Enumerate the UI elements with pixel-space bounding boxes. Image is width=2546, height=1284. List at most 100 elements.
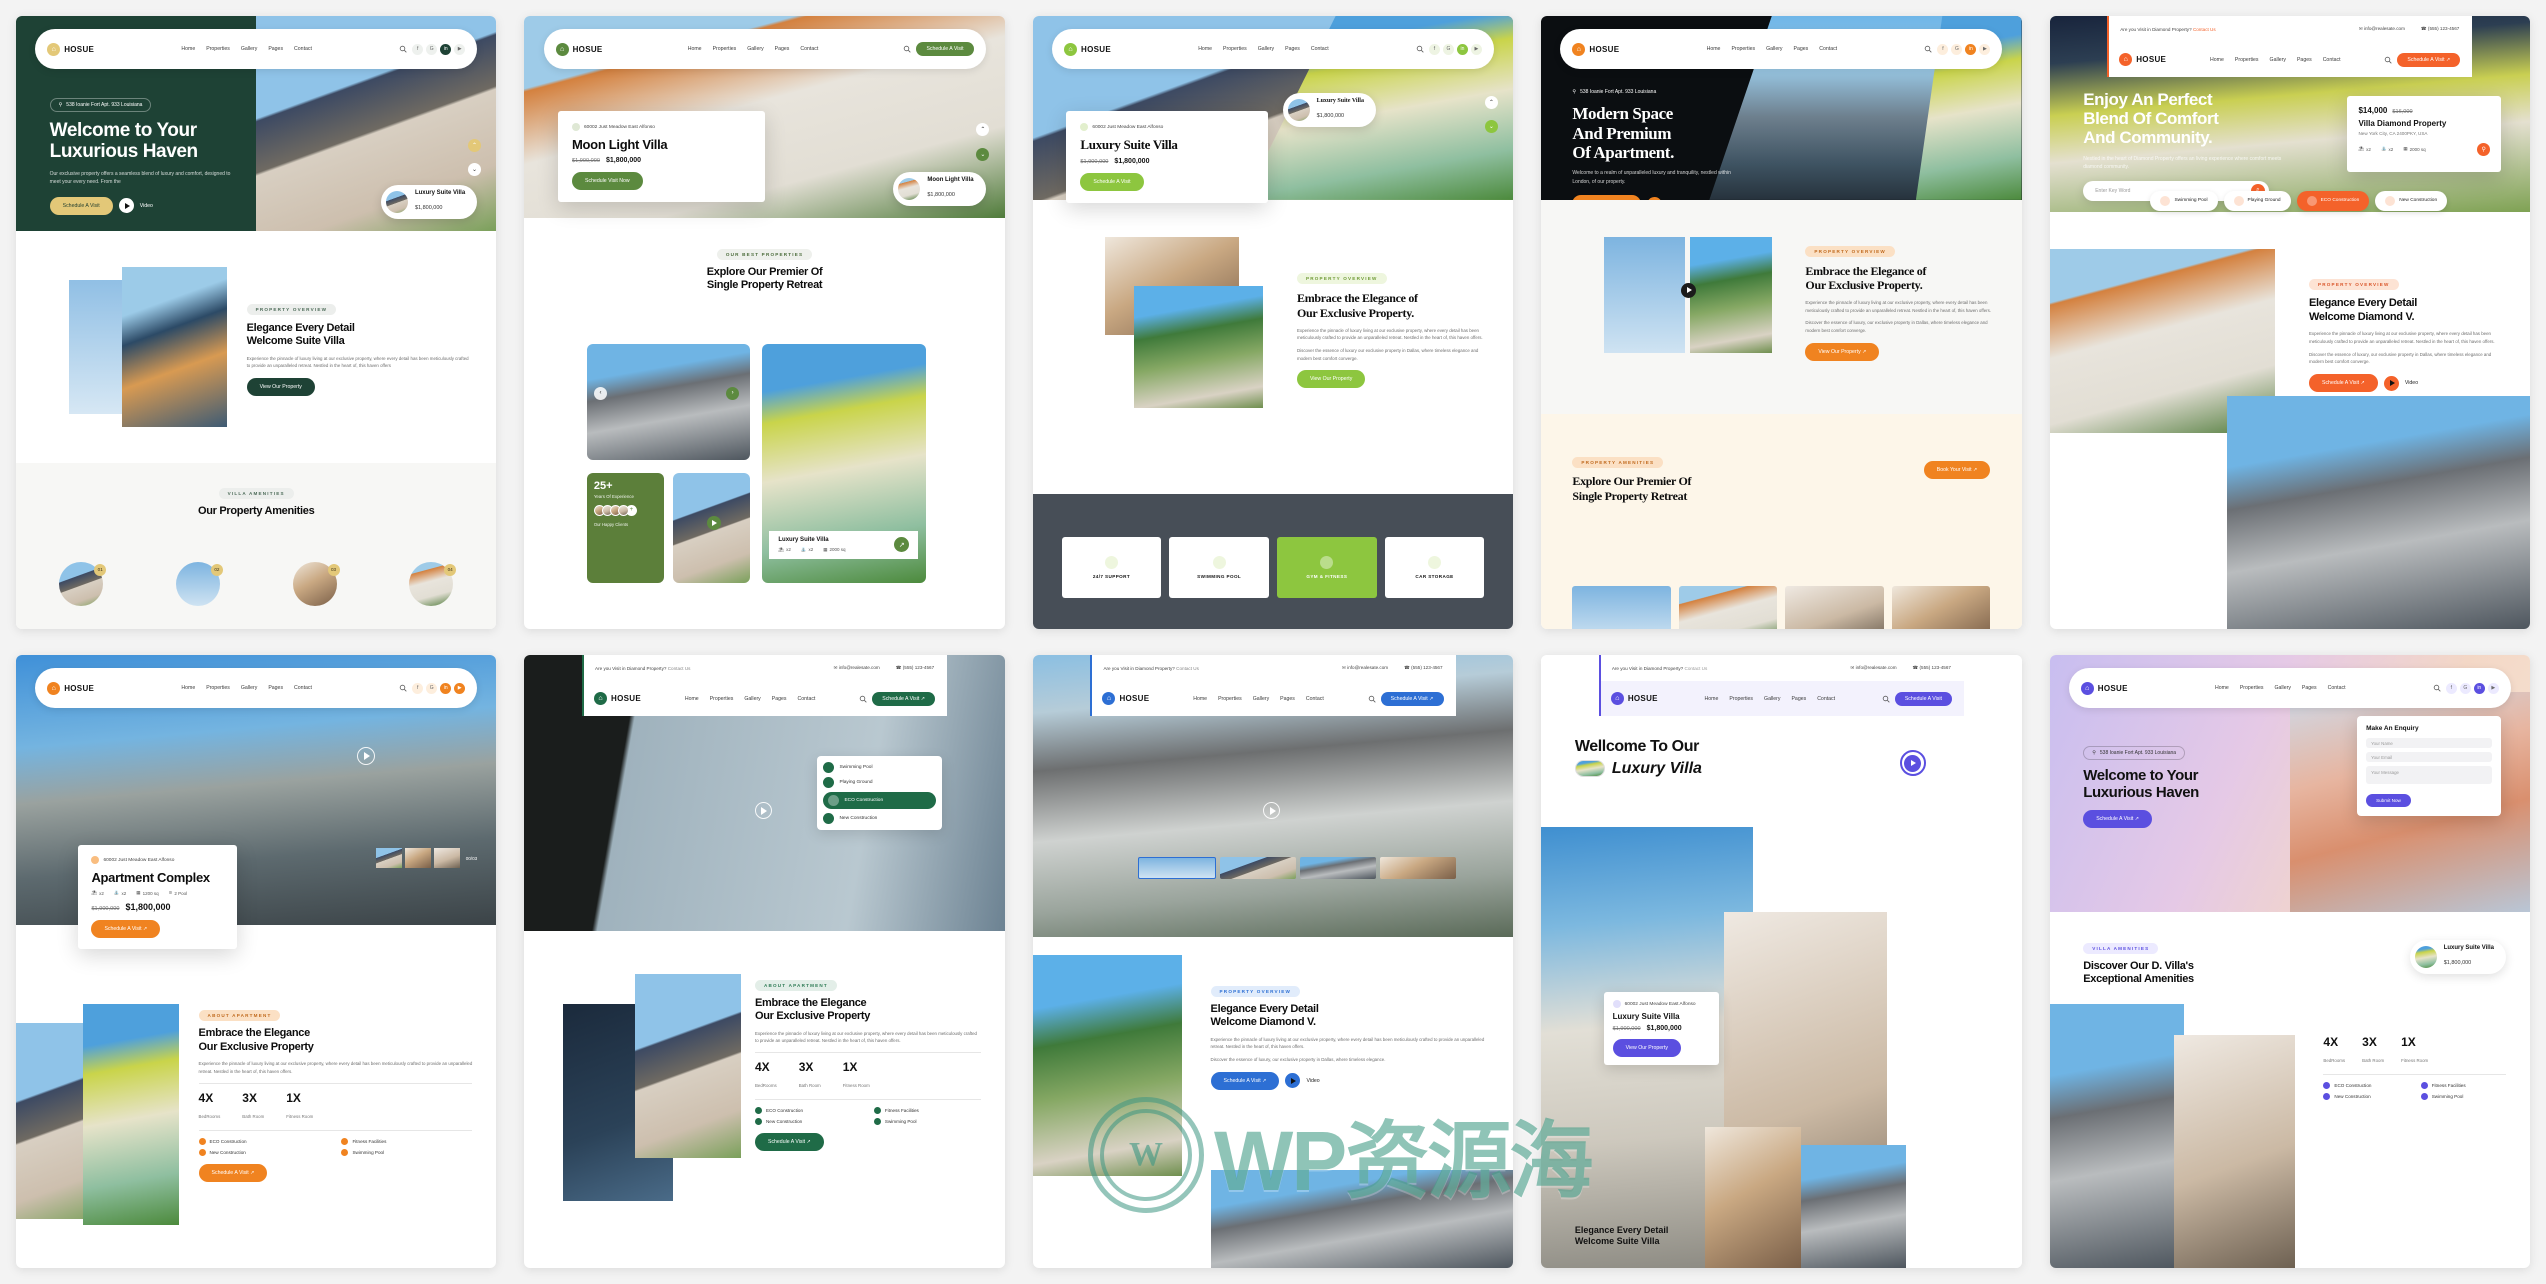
brand-logo[interactable]: ⌂ HOSUE (1610, 692, 1658, 705)
section-actions[interactable]: Schedule A Visit ↗ Video (1210, 1071, 1490, 1090)
schedule-visit-button[interactable]: Schedule A Visit ↗ (91, 920, 161, 939)
feature-swimming-pool[interactable]: Swimming Pool (823, 762, 936, 774)
hero-thumbnail-strip[interactable]: 00/03 (375, 848, 477, 869)
schedule-visit-button[interactable]: Schedule A Visit (1894, 691, 1952, 706)
play-button[interactable] (118, 198, 134, 214)
nav-item-contact[interactable]: Contact (1306, 696, 1324, 702)
nav-item-home[interactable]: Home (1705, 696, 1719, 702)
header-right[interactable]: Schedule A Visit ↗ (2384, 52, 2461, 67)
search-icon[interactable] (399, 684, 407, 693)
nav-item-home[interactable]: Home (685, 696, 699, 702)
book-visit-button[interactable]: Book Your Visit ↗ (1923, 461, 1991, 480)
main-nav[interactable]: Home Properties Gallery Pages Contact (1193, 696, 1324, 702)
schedule-visit-button[interactable]: Schedule A Visit ↗ (1380, 691, 1444, 706)
search-input[interactable]: Enter Key Word (2095, 188, 2130, 194)
featured-property-card[interactable]: Luxury Suite Villa ⛱ x2 ⛲ x2 ▦ 2000 sq ↗ (769, 530, 919, 559)
site-header-2[interactable]: ⌂ HOSUE Home Properties Gallery Pages Co… (543, 29, 986, 70)
schedule-visit-button[interactable]: Schedule A Visit (1080, 173, 1144, 191)
header-right[interactable]: f G in ▶ (1924, 43, 1991, 55)
nav-item-pages[interactable]: Pages (775, 46, 790, 52)
nav-item-properties[interactable]: Properties (713, 46, 737, 52)
nav-item-home[interactable]: Home (181, 46, 195, 52)
section-actions[interactable]: Schedule A Visit ↗ Video (2309, 374, 2506, 393)
site-header-4[interactable]: ⌂ HOSUE Home Properties Gallery Pages Co… (1560, 29, 2003, 70)
template-card-8[interactable]: Are you Visit in Diamond Property? Conta… (1032, 655, 1514, 1268)
utility-bar-5[interactable]: Are you Visit in Diamond Property? Conta… (2107, 16, 2473, 43)
header-right[interactable]: Schedule A Visit (903, 42, 974, 57)
linkedin-icon[interactable]: in (440, 682, 452, 694)
nav-item-properties[interactable]: Properties (2235, 57, 2259, 63)
open-property-button[interactable]: ↗ (894, 537, 910, 553)
email-address[interactable]: ✉ info@realesate.com (2359, 26, 2405, 32)
nav-item-properties[interactable]: Properties (1218, 696, 1242, 702)
template-card-2[interactable]: ⌂ HOSUE Home Properties Gallery Pages Co… (524, 16, 1005, 629)
thumb[interactable] (1138, 857, 1217, 880)
slider-up-button[interactable]: ⌃ (468, 138, 482, 152)
brand-logo[interactable]: ⌂ HOSUE (2119, 53, 2166, 66)
main-nav[interactable]: Home Properties Gallery Pages Contact (181, 46, 312, 52)
phone-number[interactable]: ☎ (555) 123-4567 (1913, 665, 1951, 671)
nav-item-gallery[interactable]: Gallery (2274, 685, 2290, 691)
carousel-next-button[interactable]: › (726, 386, 740, 400)
site-header-6[interactable]: ⌂ HOSUE Home Properties Gallery Pages Co… (35, 668, 478, 709)
feature-list-panel-7[interactable]: Swimming Pool Playing Ground ECO Constru… (817, 756, 943, 831)
view-property-button[interactable]: View Our Property (1612, 1039, 1681, 1058)
chip-playing-ground[interactable]: Playing Ground (2223, 190, 2291, 211)
feature-playing-ground[interactable]: Playing Ground (823, 777, 936, 789)
site-header-1[interactable]: ⌂ HOSUE Home Properties Gallery Pages Co… (35, 29, 478, 70)
main-nav[interactable]: Home Properties Gallery Pages Contact (688, 46, 819, 52)
social-links[interactable]: f G in ▶ (1937, 43, 1991, 55)
search-icon[interactable] (903, 45, 912, 54)
nav-item-pages[interactable]: Pages (2302, 685, 2317, 691)
search-icon[interactable] (1368, 695, 1376, 703)
amenity-tile-support[interactable]: 24/7 SUPPORT (1061, 537, 1162, 599)
nav-item-home[interactable]: Home (1198, 46, 1212, 52)
view-property-button[interactable]: View Our Property (1297, 370, 1366, 389)
property-price-pill[interactable]: Moon Light Villa $1,800,000 (893, 172, 986, 207)
nav-item-contact[interactable]: Contact (1819, 46, 1837, 52)
view-property-button[interactable]: View Our Property (246, 378, 315, 397)
thumb[interactable] (433, 848, 460, 869)
youtube-icon[interactable]: ▶ (2487, 682, 2499, 694)
brand-logo[interactable]: ⌂ HOSUE (47, 681, 94, 695)
utility-bar-8[interactable]: Are you Visit in Diamond Property? Conta… (1090, 655, 1456, 682)
template-card-1[interactable]: ⌂ HOSUE Home Properties Gallery Pages Co… (16, 16, 497, 629)
feature-eco-construction[interactable]: ECO Construction (823, 792, 937, 810)
nav-item-pages[interactable]: Pages (1280, 696, 1295, 702)
search-icon[interactable] (2384, 56, 2393, 64)
play-button-ring[interactable] (1899, 750, 1926, 776)
amenity-tile-gym[interactable]: GYM & FITNESS (1276, 537, 1377, 599)
nav-item-properties[interactable]: Properties (1223, 46, 1247, 52)
property-price-pill[interactable]: Luxury Suite Villa $1,800,000 (2409, 940, 2506, 975)
header-right[interactable]: Schedule A Visit ↗ (1368, 691, 1444, 706)
template-card-5[interactable]: Are you Visit in Diamond Property? Conta… (2049, 16, 2530, 629)
name-field[interactable]: Your Name (2366, 738, 2493, 749)
amenity-image[interactable] (1785, 586, 1884, 629)
nav-item-pages[interactable]: Pages (268, 46, 283, 52)
amenity-tile-pool[interactable]: SWIMMING POOL (1169, 537, 1269, 599)
main-nav[interactable]: Home Properties Gallery Pages Contact (181, 685, 312, 691)
phone-number[interactable]: ☎ (555) 123-4567 (896, 665, 934, 671)
google-plus-icon[interactable]: G (426, 682, 438, 694)
nav-item-contact[interactable]: Contact (294, 46, 312, 52)
chip-new-construction[interactable]: New Construction (2375, 190, 2448, 211)
header-right[interactable]: f G in ▶ (1416, 43, 1482, 55)
submit-button[interactable]: Submit Now (2366, 794, 2411, 808)
nav-item-contact[interactable]: Contact (798, 696, 816, 702)
youtube-icon[interactable]: ▶ (1470, 43, 1482, 55)
search-icon[interactable] (1924, 45, 1933, 54)
nav-item-gallery[interactable]: Gallery (1764, 696, 1780, 702)
youtube-icon[interactable]: ▶ (1979, 43, 1991, 55)
facebook-icon[interactable]: f (1937, 43, 1949, 55)
nav-item-gallery[interactable]: Gallery (241, 685, 257, 691)
email-field[interactable]: Your Email (2366, 752, 2493, 763)
schedule-visit-button[interactable]: Schedule A Visit (49, 196, 113, 215)
util-contact-link[interactable]: Contact Us (668, 666, 691, 671)
header-right[interactable]: f G in ▶ (2433, 682, 2499, 694)
nav-item-gallery[interactable]: Gallery (747, 46, 763, 52)
facebook-icon[interactable]: f (412, 682, 424, 694)
template-card-3[interactable]: ⌂ HOSUE Home Properties Gallery Pages Co… (1032, 16, 1514, 629)
template-card-10[interactable]: ⌂ HOSUE Home Properties Gallery Pages Co… (2049, 655, 2530, 1268)
map-pin-button[interactable]: ⚲ (2477, 142, 2491, 156)
nav-item-home[interactable]: Home (181, 685, 195, 691)
